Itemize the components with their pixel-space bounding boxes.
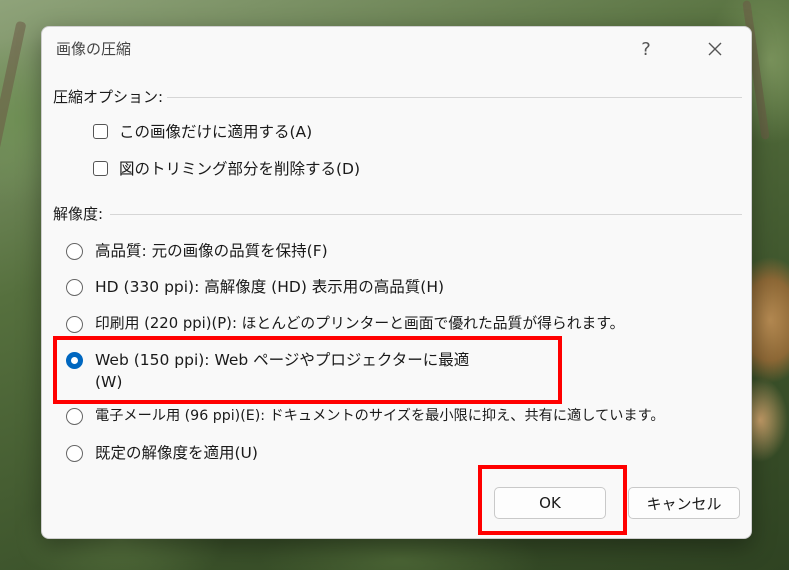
radio-button[interactable] bbox=[66, 316, 83, 333]
radio-use-default[interactable]: 既定の解像度を適用(U) bbox=[66, 442, 258, 464]
help-button[interactable]: ? bbox=[628, 33, 664, 65]
radio-web-150[interactable]: Web (150 ppi): Web ページやプロジェクターに最適(W) bbox=[66, 349, 485, 393]
radio-label: 高品質: 元の画像の品質を保持(F) bbox=[95, 242, 328, 260]
radio-label: 印刷用 (220 ppi)(P): ほとんどのプリンターと画面で優れた品質が得ら… bbox=[95, 315, 625, 332]
delete-cropped-areas-checkbox[interactable]: 図のトリミング部分を削除する(D) bbox=[93, 158, 360, 180]
compression-options-label: 圧縮オプション: bbox=[53, 88, 164, 106]
radio-high-fidelity[interactable]: 高品質: 元の画像の品質を保持(F) bbox=[66, 240, 328, 262]
radio-label: Web (150 ppi): Web ページやプロジェクターに最適(W) bbox=[95, 351, 470, 391]
radio-label: HD (330 ppi): 高解像度 (HD) 表示用の高品質(H) bbox=[95, 278, 445, 296]
radio-print-220[interactable]: 印刷用 (220 ppi)(P): ほとんどのプリンターと画面で優れた品質が得ら… bbox=[66, 313, 624, 335]
apply-only-this-picture-checkbox[interactable]: この画像だけに適用する(A) bbox=[93, 121, 312, 143]
checkbox-label: 図のトリミング部分を削除する(D) bbox=[119, 160, 361, 178]
radio-email-96[interactable]: 電子メール用 (96 ppi)(E): ドキュメントのサイズを最小限に抑え、共有… bbox=[66, 405, 665, 427]
resolution-label: 解像度: bbox=[53, 205, 104, 223]
close-button[interactable] bbox=[697, 33, 733, 65]
radio-button[interactable] bbox=[66, 279, 83, 296]
radio-hd-330[interactable]: HD (330 ppi): 高解像度 (HD) 表示用の高品質(H) bbox=[66, 276, 444, 298]
ok-button[interactable]: OK bbox=[494, 487, 606, 519]
radio-button[interactable] bbox=[66, 408, 83, 425]
radio-button[interactable] bbox=[66, 445, 83, 462]
compression-separator bbox=[167, 97, 742, 98]
radio-label: 既定の解像度を適用(U) bbox=[95, 444, 258, 462]
cancel-button[interactable]: キャンセル bbox=[628, 487, 740, 519]
dialog-title: 画像の圧縮 bbox=[56, 40, 132, 58]
title-bar: 画像の圧縮 ? bbox=[42, 27, 751, 71]
checkbox-box[interactable] bbox=[93, 161, 108, 176]
radio-button[interactable] bbox=[66, 243, 83, 260]
radio-button-selected[interactable] bbox=[66, 352, 83, 369]
checkbox-label: この画像だけに適用する(A) bbox=[119, 123, 313, 141]
compress-pictures-dialog: 画像の圧縮 ? 圧縮オプション: この画像だけに適用する(A) 図のトリミング部… bbox=[41, 26, 752, 539]
resolution-separator bbox=[110, 214, 742, 215]
checkbox-box[interactable] bbox=[93, 124, 108, 139]
radio-label: 電子メール用 (96 ppi)(E): ドキュメントのサイズを最小限に抑え、共有… bbox=[95, 408, 665, 424]
close-icon bbox=[708, 42, 722, 56]
